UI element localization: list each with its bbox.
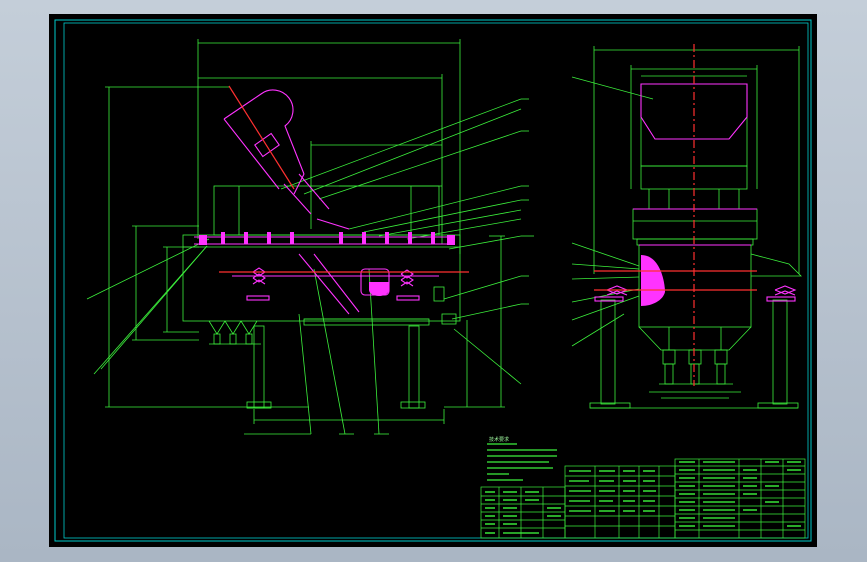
cad-viewport[interactable]: 技术要求 (0, 0, 867, 562)
inner-border (63, 22, 809, 539)
technical-notes (487, 443, 557, 481)
vibrator-motor (641, 255, 665, 306)
side-equipment (594, 83, 797, 302)
drawing-sheet[interactable]: 技术要求 (49, 14, 817, 547)
title-block-table (480, 486, 566, 539)
side-view (571, 46, 802, 409)
technical-notes-heading: 技术要求 (489, 436, 509, 443)
deck-clamps (199, 232, 455, 296)
side-center-lines (594, 44, 757, 386)
drawing-canvas: 技术要求 (54, 19, 812, 542)
outer-border (54, 19, 812, 542)
parts-list-table (564, 465, 676, 539)
